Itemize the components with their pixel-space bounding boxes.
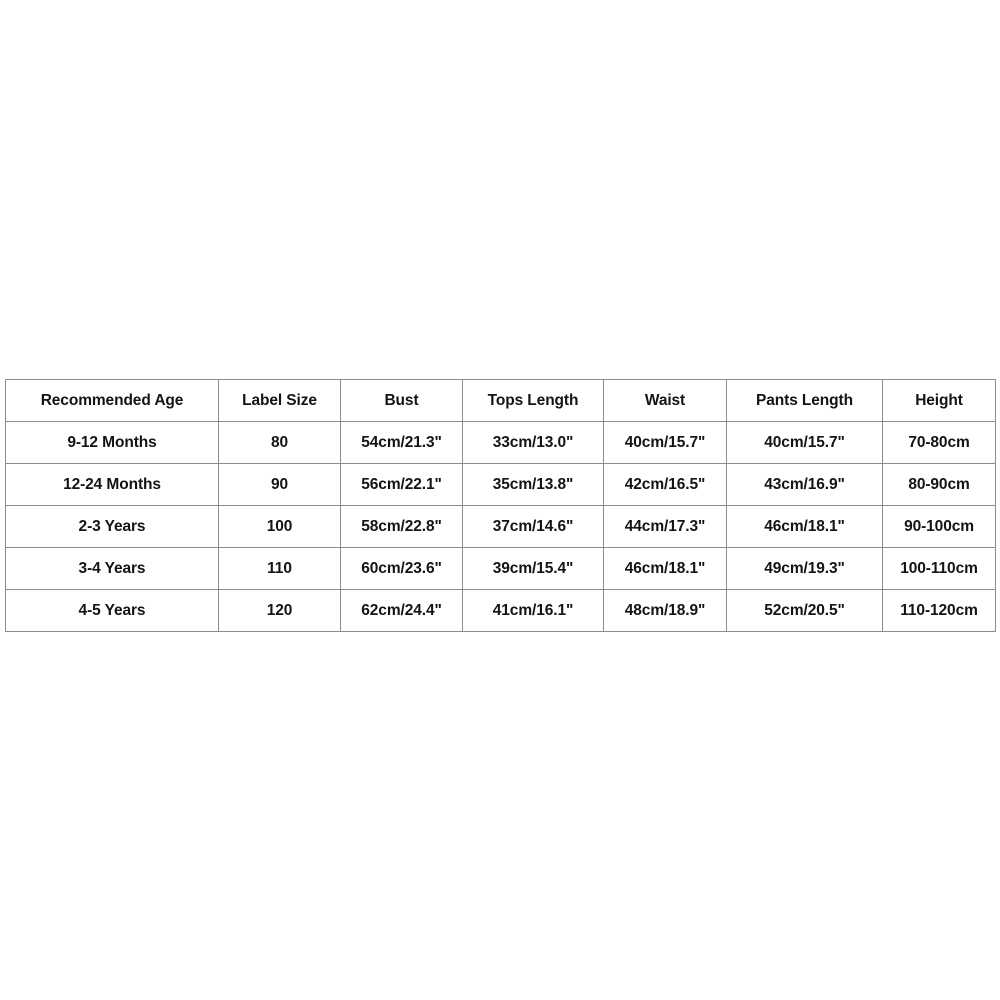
cell-height: 90-100cm xyxy=(882,505,996,548)
column-header-height: Height xyxy=(882,379,996,422)
cell-recommended-age: 9-12 Months xyxy=(5,421,219,464)
cell-height: 80-90cm xyxy=(882,463,996,506)
table-row: 4-5 Years 120 62cm/24.4" 41cm/16.1" 48cm… xyxy=(5,589,996,632)
cell-pants-length: 43cm/16.9" xyxy=(726,463,883,506)
cell-bust: 60cm/23.6" xyxy=(340,547,463,590)
cell-label-size: 100 xyxy=(218,505,341,548)
cell-height: 100-110cm xyxy=(882,547,996,590)
cell-tops-length: 39cm/15.4" xyxy=(462,547,604,590)
cell-bust: 58cm/22.8" xyxy=(340,505,463,548)
cell-height: 70-80cm xyxy=(882,421,996,464)
table-row: 9-12 Months 80 54cm/21.3" 33cm/13.0" 40c… xyxy=(5,421,996,464)
cell-recommended-age: 2-3 Years xyxy=(5,505,219,548)
cell-label-size: 120 xyxy=(218,589,341,632)
cell-tops-length: 35cm/13.8" xyxy=(462,463,604,506)
column-header-bust: Bust xyxy=(340,379,463,422)
column-header-tops-length: Tops Length xyxy=(462,379,604,422)
column-header-recommended-age: Recommended Age xyxy=(5,379,219,422)
cell-pants-length: 46cm/18.1" xyxy=(726,505,883,548)
table-row: 12-24 Months 90 56cm/22.1" 35cm/13.8" 42… xyxy=(5,463,996,506)
size-chart-table: Recommended Age Label Size Bust Tops Len… xyxy=(5,379,996,632)
size-chart-container: Recommended Age Label Size Bust Tops Len… xyxy=(5,379,996,632)
cell-waist: 48cm/18.9" xyxy=(603,589,727,632)
cell-tops-length: 37cm/14.6" xyxy=(462,505,604,548)
cell-pants-length: 52cm/20.5" xyxy=(726,589,883,632)
cell-waist: 46cm/18.1" xyxy=(603,547,727,590)
column-header-pants-length: Pants Length xyxy=(726,379,883,422)
column-header-label-size: Label Size xyxy=(218,379,341,422)
table-header: Recommended Age Label Size Bust Tops Len… xyxy=(5,379,996,422)
column-header-waist: Waist xyxy=(603,379,727,422)
cell-tops-length: 33cm/13.0" xyxy=(462,421,604,464)
table-row: 3-4 Years 110 60cm/23.6" 39cm/15.4" 46cm… xyxy=(5,547,996,590)
cell-label-size: 90 xyxy=(218,463,341,506)
cell-label-size: 80 xyxy=(218,421,341,464)
cell-pants-length: 49cm/19.3" xyxy=(726,547,883,590)
cell-bust: 56cm/22.1" xyxy=(340,463,463,506)
cell-height: 110-120cm xyxy=(882,589,996,632)
table-body: 9-12 Months 80 54cm/21.3" 33cm/13.0" 40c… xyxy=(5,421,996,632)
cell-label-size: 110 xyxy=(218,547,341,590)
table-header-row: Recommended Age Label Size Bust Tops Len… xyxy=(5,379,996,422)
cell-tops-length: 41cm/16.1" xyxy=(462,589,604,632)
cell-waist: 42cm/16.5" xyxy=(603,463,727,506)
cell-bust: 62cm/24.4" xyxy=(340,589,463,632)
cell-recommended-age: 4-5 Years xyxy=(5,589,219,632)
cell-waist: 44cm/17.3" xyxy=(603,505,727,548)
table-row: 2-3 Years 100 58cm/22.8" 37cm/14.6" 44cm… xyxy=(5,505,996,548)
cell-recommended-age: 12-24 Months xyxy=(5,463,219,506)
cell-waist: 40cm/15.7" xyxy=(603,421,727,464)
cell-recommended-age: 3-4 Years xyxy=(5,547,219,590)
cell-pants-length: 40cm/15.7" xyxy=(726,421,883,464)
cell-bust: 54cm/21.3" xyxy=(340,421,463,464)
